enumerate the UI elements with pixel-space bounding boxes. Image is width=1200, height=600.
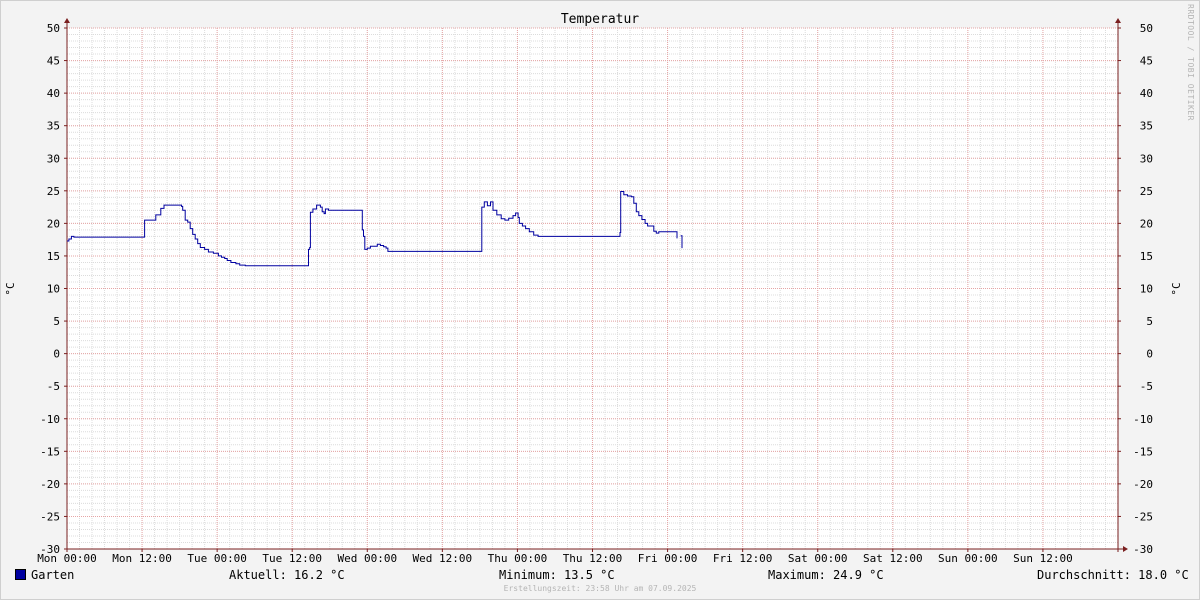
- y-tick-label-left: -5: [47, 380, 60, 393]
- footer-timestamp: Erstellungszeit: 23:58 Uhr am 07.09.2025: [503, 584, 697, 593]
- y-tick-label-left: -25: [40, 510, 60, 523]
- y-tick-label-right: -10: [1133, 413, 1153, 426]
- y-axis-right-arrow: [1115, 18, 1121, 23]
- y-tick-label-left: -15: [40, 445, 60, 458]
- x-tick-label: Thu 12:00: [563, 552, 623, 565]
- x-ticks: Mon 00:00 Mon 12:00 Tue 00:00 Tue 12:00 Wed …: [37, 549, 1073, 565]
- x-tick-label: Sat 12:00: [863, 552, 923, 565]
- y-tick-label-left: 20: [47, 217, 60, 230]
- y-tick-label-left: -10: [40, 413, 60, 426]
- legend-average: Durchschnitt: 18.0 °C: [1037, 568, 1189, 582]
- y-tick-label-right: 25: [1140, 185, 1153, 198]
- x-tick-label: Tue 00:00: [187, 552, 247, 565]
- x-tick-label: Fri 00:00: [638, 552, 698, 565]
- y-tick-label-right: -15: [1133, 445, 1153, 458]
- temperature-chart: 50454035302520151050-5-10-15-20-25-30 50…: [4, 12, 1183, 565]
- x-tick-label: Wed 12:00: [413, 552, 473, 565]
- y-tick-label-right: 10: [1140, 283, 1153, 296]
- y-tick-label-left: 10: [47, 283, 60, 296]
- y-tick-label-left: 40: [47, 87, 60, 100]
- x-tick-label: Sun 00:00: [938, 552, 998, 565]
- x-tick-label: Sat 00:00: [788, 552, 848, 565]
- y-ticks-right: 50454035302520151050-5-10-15-20-25-30: [1118, 22, 1153, 556]
- y-tick-label-left: -20: [40, 478, 60, 491]
- y-tick-label-left: 35: [47, 120, 60, 133]
- y-tick-label-left: 25: [47, 185, 60, 198]
- x-tick-label: Wed 00:00: [337, 552, 397, 565]
- x-tick-label: Mon 12:00: [112, 552, 172, 565]
- y-tick-label-right: 20: [1140, 217, 1153, 230]
- legend-series-label: Garten: [31, 568, 75, 582]
- y-tick-label-left: 15: [47, 250, 60, 263]
- y-axis-label-left: °C: [4, 282, 17, 295]
- x-tick-label: Thu 00:00: [488, 552, 548, 565]
- y-tick-label-left: 5: [53, 315, 60, 328]
- chart-title: Temperatur: [561, 12, 639, 27]
- y-tick-label-right: 50: [1140, 22, 1153, 35]
- y-tick-label-left: 0: [53, 348, 60, 361]
- y-tick-label-right: -25: [1133, 510, 1153, 523]
- y-tick-label-right: 40: [1140, 87, 1153, 100]
- y-tick-label-right: 30: [1140, 152, 1153, 165]
- y-tick-label-right: 0: [1146, 348, 1153, 361]
- y-tick-label-left: 50: [47, 22, 60, 35]
- y-tick-label-left: 45: [47, 55, 60, 68]
- x-tick-label: Sun 12:00: [1013, 552, 1073, 565]
- legend-item-garten: Garten: [15, 568, 74, 582]
- x-tick-label: Tue 12:00: [262, 552, 322, 565]
- y-tick-label-right: -30: [1133, 543, 1153, 556]
- legend-swatch: [15, 569, 26, 580]
- y-tick-label-right: 35: [1140, 120, 1153, 133]
- x-tick-label: Mon 00:00: [37, 552, 97, 565]
- y-tick-label-right: -20: [1133, 478, 1153, 491]
- x-tick-label: Fri 12:00: [713, 552, 773, 565]
- y-tick-label-right: 45: [1140, 55, 1153, 68]
- legend-minimum: Minimum: 13.5 °C: [499, 568, 615, 582]
- legend-maximum: Maximum: 24.9 °C: [768, 568, 884, 582]
- y-axis-label-right: °C: [1170, 282, 1183, 295]
- y-tick-label-right: 5: [1146, 315, 1153, 328]
- y-ticks-left: 50454035302520151050-5-10-15-20-25-30: [40, 22, 67, 556]
- x-axis-arrow: [1123, 546, 1128, 552]
- y-tick-label-right: -5: [1140, 380, 1153, 393]
- legend-current: Aktuell: 16.2 °C: [229, 568, 345, 582]
- y-tick-label-right: 15: [1140, 250, 1153, 263]
- y-axis-left-arrow: [64, 18, 70, 23]
- y-tick-label-left: 30: [47, 152, 60, 165]
- rrdtool-watermark: RRDTOOL / TOBI OETIKER: [1186, 4, 1195, 121]
